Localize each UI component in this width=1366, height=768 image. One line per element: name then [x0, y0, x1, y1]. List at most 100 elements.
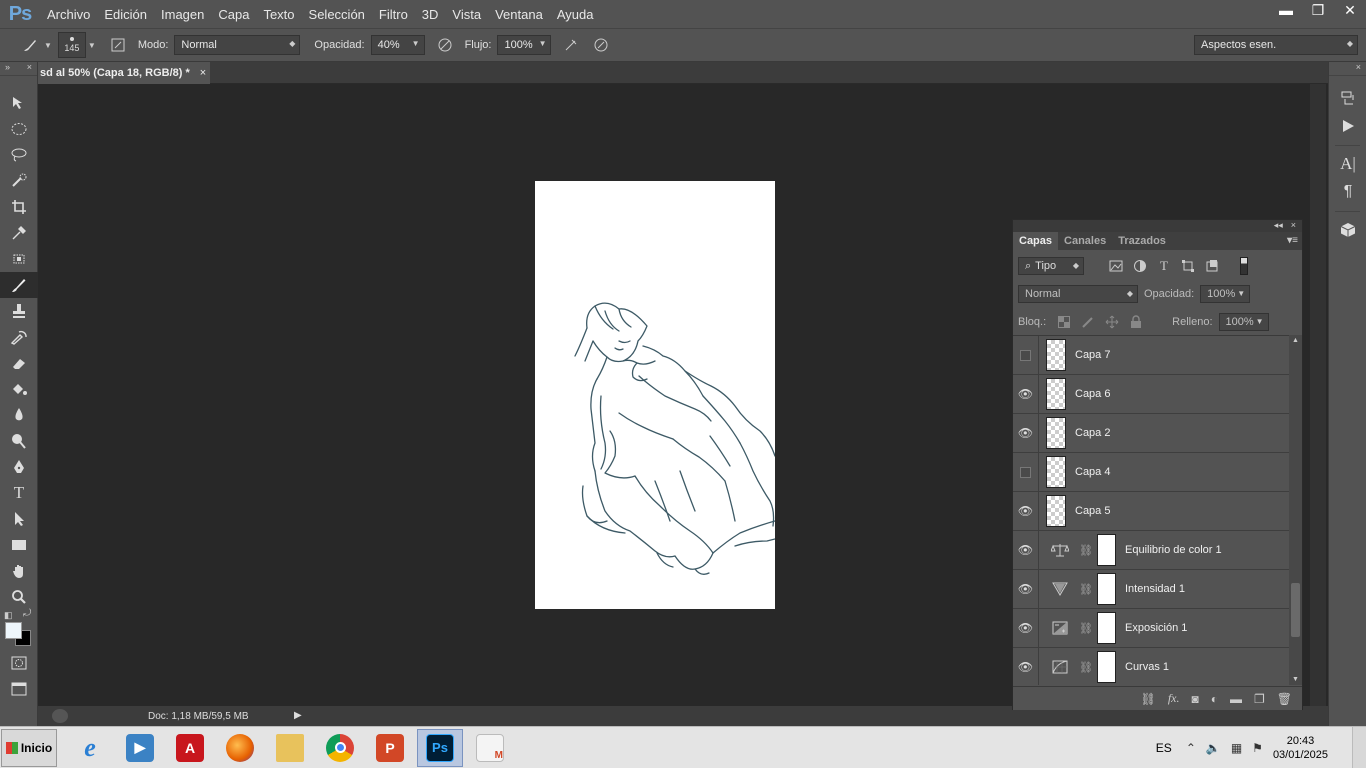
- airbrush-icon[interactable]: [559, 33, 583, 57]
- document-tab[interactable]: sd al 50% (Capa 18, RGB/8) * ×: [38, 62, 210, 84]
- mask-link-icon[interactable]: ⛓: [1079, 544, 1093, 557]
- lock-transparent-icon[interactable]: [1056, 315, 1072, 329]
- brush-panel-icon[interactable]: [106, 33, 130, 57]
- layer-opacity-input[interactable]: 100% ▼: [1200, 285, 1251, 303]
- spot-healing-icon[interactable]: [0, 246, 38, 272]
- quick-mask-icon[interactable]: [0, 650, 38, 676]
- pen-icon[interactable]: [0, 454, 38, 480]
- menu-texto[interactable]: Texto: [256, 7, 301, 22]
- layer-style-fx-icon[interactable]: fx.: [1168, 691, 1180, 706]
- visibility-toggle[interactable]: 👁: [1013, 608, 1039, 648]
- character-panel-icon[interactable]: A|: [1329, 150, 1366, 178]
- visibility-toggle[interactable]: [1013, 336, 1039, 375]
- move-tool-icon[interactable]: [0, 90, 38, 116]
- filter-kind-select[interactable]: ⌕ Tipo ◆: [1018, 257, 1084, 275]
- menu-archivo[interactable]: Archivo: [40, 7, 97, 22]
- layer-row[interactable]: 👁 ⛓ Intensidad 1: [1013, 569, 1289, 609]
- status-menu-arrow-icon[interactable]: ▶: [294, 710, 302, 721]
- tab-trazados[interactable]: Trazados: [1112, 232, 1172, 250]
- layer-row[interactable]: 👁 ⛓ Curvas 1: [1013, 647, 1289, 685]
- paragraph-panel-icon[interactable]: ¶: [1329, 178, 1366, 206]
- close-panel-icon[interactable]: ×: [1291, 220, 1296, 232]
- expand-icon[interactable]: »: [5, 62, 10, 75]
- taskbar-media-player[interactable]: ▶: [117, 729, 163, 767]
- taskbar-photoshop[interactable]: Ps: [417, 728, 463, 767]
- layer-row[interactable]: Capa 4: [1013, 452, 1289, 492]
- type-tool-icon[interactable]: T: [0, 480, 38, 506]
- clone-stamp-icon[interactable]: [0, 298, 38, 324]
- dodge-icon[interactable]: [0, 428, 38, 454]
- mask-link-icon[interactable]: ⛓: [1079, 661, 1093, 674]
- eraser-icon[interactable]: [0, 350, 38, 376]
- close-panel-icon[interactable]: ×: [27, 62, 32, 75]
- menu-vista[interactable]: Vista: [445, 7, 488, 22]
- foreground-color-swatch[interactable]: [5, 622, 22, 639]
- blur-icon[interactable]: [0, 402, 38, 428]
- visibility-toggle[interactable]: 👁: [1013, 647, 1039, 685]
- visibility-toggle[interactable]: 👁: [1013, 413, 1039, 453]
- action-center-icon[interactable]: ⚑: [1252, 741, 1263, 755]
- tab-capas[interactable]: Capas: [1013, 232, 1059, 250]
- swap-colors-icon[interactable]: ⤾: [23, 608, 31, 619]
- lock-pixels-icon[interactable]: [1080, 315, 1096, 329]
- fill-input[interactable]: 100% ▼: [1218, 313, 1269, 331]
- scroll-down-icon[interactable]: ▼: [1292, 676, 1299, 683]
- taskbar-powerpoint[interactable]: P: [367, 729, 413, 767]
- layers-scrollbar[interactable]: ▲ ▼: [1289, 335, 1302, 685]
- scroll-up-icon[interactable]: ▲: [1292, 337, 1299, 344]
- taskbar-document[interactable]: M: [467, 729, 513, 767]
- close-button[interactable]: ✕: [1334, 0, 1366, 20]
- show-hidden-icons-icon[interactable]: ⌃: [1186, 741, 1196, 755]
- layer-mask-thumbnail[interactable]: [1097, 573, 1116, 605]
- volume-icon[interactable]: 🔈: [1206, 741, 1221, 755]
- lock-all-icon[interactable]: [1128, 315, 1144, 329]
- elliptical-marquee-icon[interactable]: [0, 116, 38, 142]
- menu-imagen[interactable]: Imagen: [154, 7, 211, 22]
- crop-icon[interactable]: [0, 194, 38, 220]
- taskbar-firefox[interactable]: [217, 729, 263, 767]
- delete-layer-icon[interactable]: 🗑: [1277, 692, 1292, 706]
- document-tab-close-icon[interactable]: ×: [200, 67, 206, 79]
- language-indicator[interactable]: ES: [1156, 741, 1172, 755]
- taskbar-chrome[interactable]: [317, 729, 363, 767]
- restore-button[interactable]: ❐: [1302, 0, 1334, 20]
- actions-panel-icon[interactable]: [1329, 112, 1366, 140]
- quick-selection-icon[interactable]: [0, 168, 38, 194]
- layer-mask-thumbnail[interactable]: [1097, 612, 1116, 644]
- smart-object-filter-icon[interactable]: [1204, 259, 1220, 273]
- history-panel-icon[interactable]: [1329, 84, 1366, 112]
- lock-position-icon[interactable]: [1104, 315, 1120, 329]
- flow-input[interactable]: 100% ▼: [497, 35, 552, 55]
- menu-ventana[interactable]: Ventana: [488, 7, 550, 22]
- taskbar-acrobat[interactable]: A: [167, 729, 213, 767]
- zoom-tool-icon[interactable]: [0, 584, 38, 610]
- tool-preset-arrow-icon[interactable]: ▼: [44, 41, 52, 50]
- history-brush-icon[interactable]: [0, 324, 38, 350]
- brush-picker-arrow-icon[interactable]: ▼: [88, 41, 96, 50]
- eyedropper-icon[interactable]: [0, 220, 38, 246]
- brush-icon[interactable]: [0, 272, 38, 298]
- layer-row[interactable]: 👁 Capa 6: [1013, 374, 1289, 414]
- hand-tool-icon[interactable]: [0, 558, 38, 584]
- menu-ayuda[interactable]: Ayuda: [550, 7, 601, 22]
- path-selection-icon[interactable]: [0, 506, 38, 532]
- mask-link-icon[interactable]: ⛓: [1079, 622, 1093, 635]
- brush-tool-icon[interactable]: [18, 33, 42, 57]
- show-desktop-button[interactable]: [1352, 727, 1366, 768]
- menu-seleccion[interactable]: Selección: [302, 7, 372, 22]
- layer-mask-thumbnail[interactable]: [1097, 534, 1116, 566]
- visibility-toggle[interactable]: 👁: [1013, 374, 1039, 414]
- new-group-icon[interactable]: ▬: [1230, 692, 1242, 706]
- tab-canales[interactable]: Canales: [1058, 232, 1112, 250]
- menu-edicion[interactable]: Edición: [97, 7, 154, 22]
- visibility-toggle[interactable]: 👁: [1013, 569, 1039, 609]
- clock[interactable]: 20:43 03/01/2025: [1273, 734, 1328, 762]
- shape-filter-icon[interactable]: [1180, 259, 1196, 273]
- menu-3d[interactable]: 3D: [415, 7, 446, 22]
- visibility-toggle[interactable]: [1013, 452, 1039, 492]
- link-layers-icon[interactable]: ⛓: [1141, 692, 1156, 706]
- dock-close-icon[interactable]: ×: [1356, 62, 1361, 75]
- adjustment-filter-icon[interactable]: [1132, 259, 1148, 273]
- taskbar-explorer[interactable]: [267, 729, 313, 767]
- layer-row[interactable]: 👁 Capa 5: [1013, 491, 1289, 531]
